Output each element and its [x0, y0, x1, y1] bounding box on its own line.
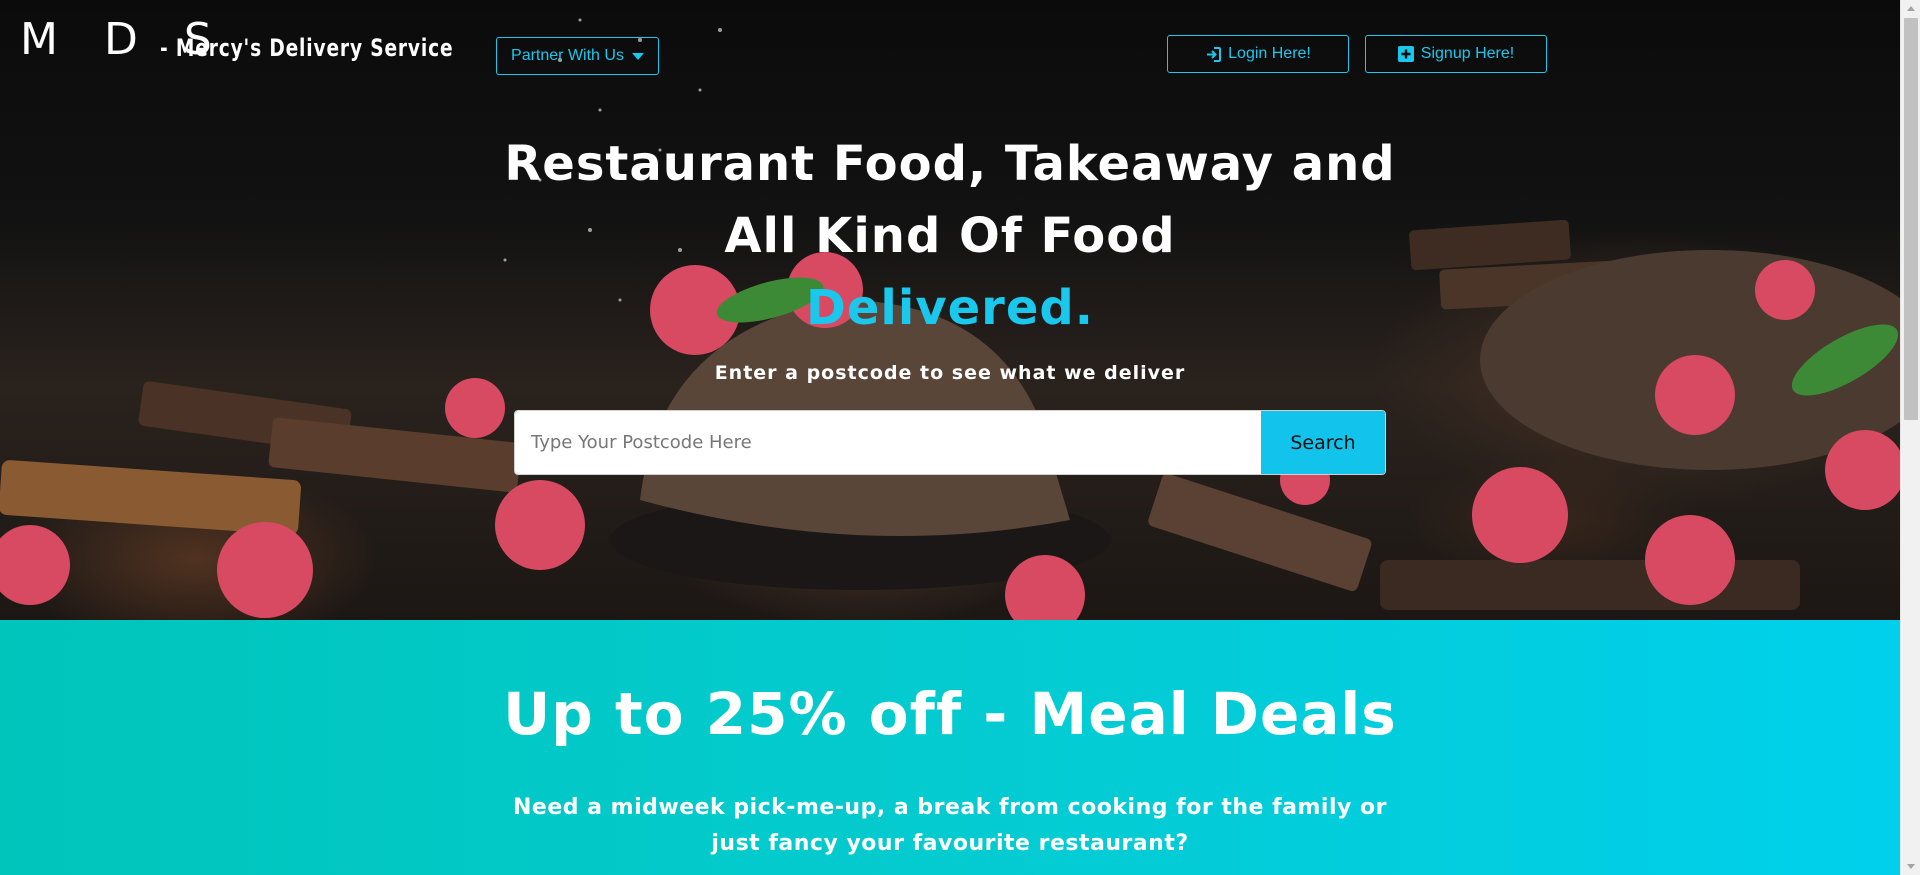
hero-subline: Enter a postcode to see what we deliver [714, 362, 1186, 384]
login-label: Login Here! [1228, 45, 1311, 62]
partner-dropdown-button[interactable]: Partner With Us [496, 37, 659, 75]
scroll-up-button[interactable] [1901, 0, 1920, 17]
meal-deals-section: Up to 25% off - Meal Deals Need a midwee… [0, 620, 1900, 875]
hero-headline: Restaurant Food, Takeaway and All Kind O… [504, 136, 1396, 264]
arrow-down-icon [1907, 864, 1915, 869]
vertical-scrollbar[interactable] [1900, 0, 1920, 875]
hero-highlight: Delivered. [806, 280, 1094, 336]
brand-name: - Mercy's Delivery Service [160, 34, 454, 62]
search-button[interactable]: Search [1261, 411, 1385, 474]
caret-down-icon [631, 52, 644, 60]
scrollbar-thumb[interactable] [1904, 18, 1918, 420]
signup-button[interactable]: Signup Here! [1365, 35, 1547, 73]
arrow-up-icon [1907, 6, 1915, 11]
partner-label: Partner With Us [511, 47, 624, 64]
promo-title: Up to 25% off - Meal Deals [503, 680, 1397, 748]
scroll-down-button[interactable] [1901, 858, 1920, 875]
plus-square-icon [1397, 45, 1415, 63]
sign-in-icon [1205, 46, 1222, 63]
signup-label: Signup Here! [1420, 45, 1515, 62]
promo-text: Need a midweek pick-me-up, a break from … [513, 795, 1387, 856]
hero-section: M D S - Mercy's Delivery Service Partner… [0, 0, 1900, 620]
login-button[interactable]: Login Here! [1167, 35, 1349, 73]
postcode-input[interactable] [515, 411, 1261, 474]
postcode-search-form: Search [514, 410, 1386, 475]
